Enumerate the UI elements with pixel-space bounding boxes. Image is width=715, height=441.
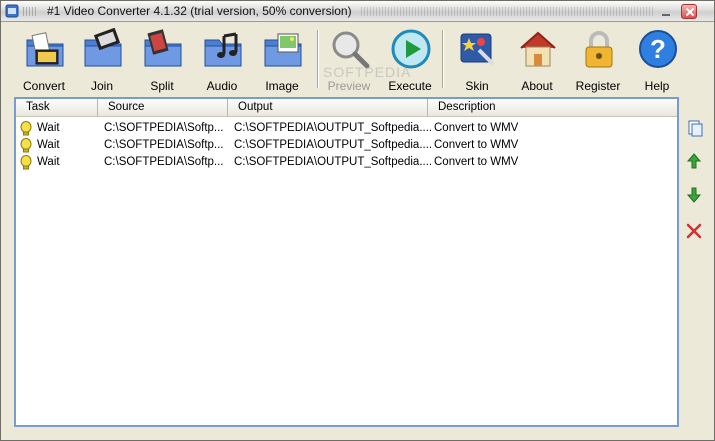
arrow-up-icon[interactable] (684, 151, 704, 171)
about-label: About (521, 79, 553, 93)
preview-button[interactable]: Preview (320, 26, 378, 94)
task-cell: Wait (37, 156, 60, 168)
output-cell: C:\SOFTPEDIA\OUTPUT_Softpedia.... (234, 156, 433, 168)
source-cell: C:\SOFTPEDIA\Softp... (104, 156, 224, 168)
close-button[interactable] (681, 4, 697, 19)
column-header-source[interactable]: Source (98, 99, 228, 116)
wait-status-icon (20, 155, 32, 170)
audio-folder-icon (204, 32, 242, 67)
image-folder-icon (264, 33, 302, 67)
app-icon[interactable] (5, 4, 19, 18)
join-label: Join (90, 79, 113, 93)
execute-button[interactable]: Execute (381, 26, 439, 94)
help-label: Help (644, 79, 670, 93)
column-header-output[interactable]: Output (228, 99, 428, 116)
image-button[interactable]: Image (253, 26, 311, 94)
image-label: Image (265, 79, 299, 93)
audio-label: Audio (206, 79, 238, 93)
skin-button[interactable]: Skin (448, 26, 506, 94)
main-window: #1 Video Converter 4.1.32 (trial version… (0, 0, 715, 441)
house-icon (520, 31, 556, 67)
convert-button[interactable]: Convert (15, 26, 73, 94)
join-folder-icon (84, 28, 122, 67)
task-cell: Wait (37, 139, 60, 151)
about-button[interactable]: About (508, 26, 566, 94)
task-list[interactable]: Task Source Output Description Wait C:\S… (14, 97, 679, 427)
table-row[interactable]: Wait C:\SOFTPEDIA\Softp... C:\SOFTPEDIA\… (16, 154, 677, 171)
help-button[interactable]: ? Help (628, 26, 686, 94)
toolbar-separator-2 (442, 30, 444, 88)
title-grip-left (23, 7, 37, 16)
description-cell: Convert to WMV (434, 122, 519, 134)
toolbar-separator (317, 30, 319, 88)
task-cell: Wait (37, 122, 60, 134)
table-row[interactable]: Wait C:\SOFTPEDIA\Softp... C:\SOFTPEDIA\… (16, 137, 677, 154)
svg-text:?: ? (650, 34, 666, 64)
output-cell: C:\SOFTPEDIA\OUTPUT_Softpedia.... (234, 122, 433, 134)
table-row[interactable]: Wait C:\SOFTPEDIA\Softp... C:\SOFTPEDIA\… (16, 120, 677, 137)
help-icon: ? (639, 30, 677, 68)
register-button[interactable]: Register (569, 26, 627, 94)
toolbar: Convert Join Split Audio Image Preview E… (1, 23, 714, 95)
delete-icon[interactable] (684, 221, 704, 241)
copy-icon[interactable] (684, 118, 704, 138)
column-header-task[interactable]: Task (16, 99, 98, 116)
task-list-header: Task Source Output Description (16, 99, 677, 117)
title-grip-right (361, 7, 653, 16)
minimize-button[interactable] (658, 4, 674, 19)
skin-label: Skin (465, 79, 489, 93)
split-folder-icon (144, 29, 182, 67)
split-label: Split (150, 79, 174, 93)
join-button[interactable]: Join (73, 26, 131, 94)
description-cell: Convert to WMV (434, 139, 519, 151)
column-header-description[interactable]: Description (428, 99, 677, 116)
title-bar[interactable]: #1 Video Converter 4.1.32 (trial version… (1, 1, 714, 22)
convert-label: Convert (22, 79, 66, 93)
description-cell: Convert to WMV (434, 156, 519, 168)
audio-button[interactable]: Audio (193, 26, 251, 94)
split-button[interactable]: Split (133, 26, 191, 94)
skin-icon (460, 33, 495, 66)
preview-label: Preview (327, 79, 371, 93)
convert-folder-icon (26, 32, 64, 67)
output-cell: C:\SOFTPEDIA\OUTPUT_Softpedia.... (234, 139, 433, 151)
source-cell: C:\SOFTPEDIA\Softp... (104, 139, 224, 151)
register-label: Register (575, 79, 621, 93)
source-cell: C:\SOFTPEDIA\Softp... (104, 122, 224, 134)
wait-status-icon (20, 121, 32, 136)
window-title: #1 Video Converter 4.1.32 (trial version… (47, 4, 352, 18)
padlock-icon (585, 31, 613, 68)
arrow-down-icon[interactable] (684, 185, 704, 205)
execute-label: Execute (388, 79, 432, 93)
wait-status-icon (20, 138, 32, 153)
watermark: SOFTPEDIA (323, 64, 412, 80)
